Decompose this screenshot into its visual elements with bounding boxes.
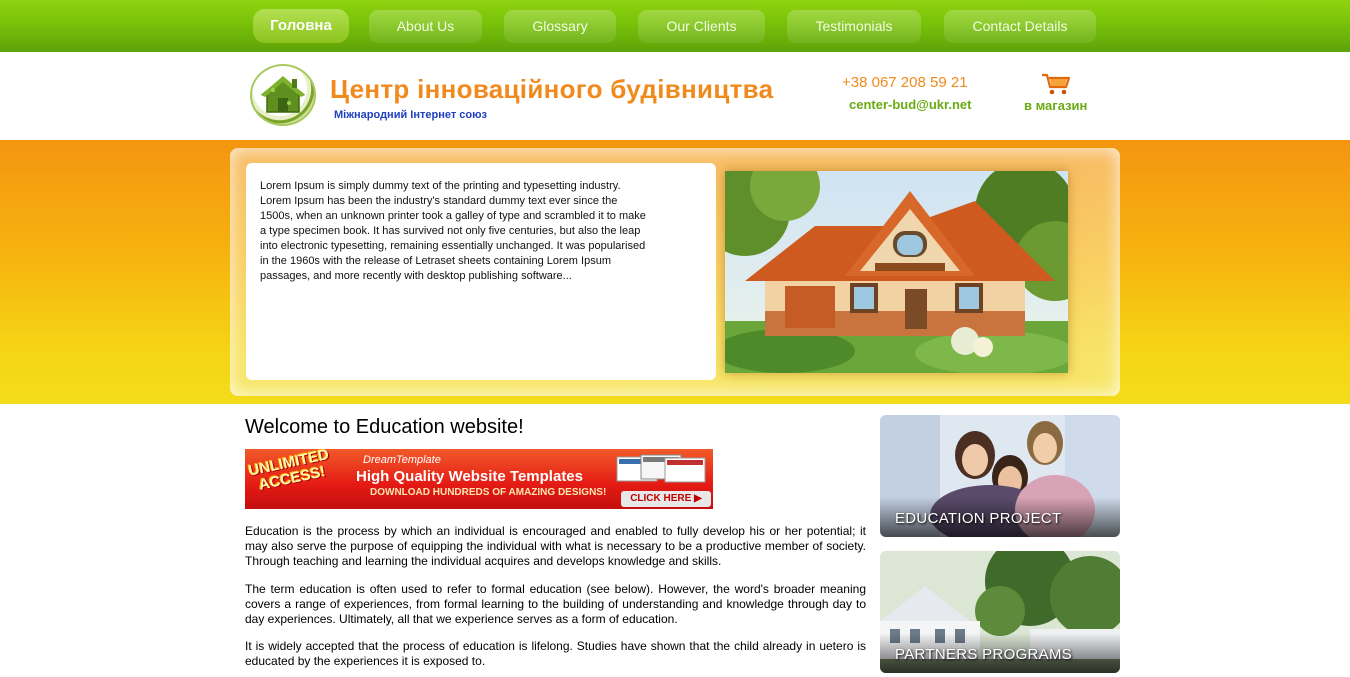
ad-click-button[interactable]: CLICK HERE ▶ bbox=[621, 491, 711, 507]
education-project-label: EDUCATION PROJECT bbox=[895, 510, 1062, 527]
content-paragraph: It is widely accepted that the process o… bbox=[245, 639, 866, 668]
nav-about-us[interactable]: About Us bbox=[369, 10, 482, 43]
site-title: Центр інноваційного будівництва bbox=[330, 74, 774, 104]
content-paragraph: The term education is often used to refe… bbox=[245, 582, 866, 626]
welcome-heading: Welcome to Education website! bbox=[245, 416, 524, 438]
nav-glossary[interactable]: Glossary bbox=[504, 10, 616, 43]
nav-contact-details[interactable]: Contact Details bbox=[944, 10, 1096, 43]
nav-our-clients[interactable]: Our Clients bbox=[638, 10, 765, 43]
education-project-card[interactable]: EDUCATION PROJECT bbox=[880, 415, 1120, 537]
contact-email-link[interactable]: center-bud@ukr.net bbox=[849, 97, 971, 112]
house-illustration bbox=[725, 171, 1068, 373]
partners-programs-label: PARTNERS PROGRAMS bbox=[895, 646, 1073, 663]
shopping-cart-icon[interactable] bbox=[1040, 72, 1072, 96]
ad-click-label: CLICK HERE bbox=[630, 493, 692, 504]
nav-testimonials[interactable]: Testimonials bbox=[787, 10, 921, 43]
contact-phone: +38 067 208 59 21 bbox=[842, 74, 968, 91]
ad-subline: DOWNLOAD HUNDREDS OF AMAZING DESIGNS! bbox=[370, 487, 607, 498]
content-paragraph: Education is the process by which an ind… bbox=[245, 524, 866, 568]
nav-home[interactable]: Головна bbox=[253, 9, 349, 43]
house-logo-icon bbox=[260, 76, 306, 113]
ad-headline: High Quality Website Templates bbox=[356, 468, 583, 485]
house-photo bbox=[725, 171, 1068, 373]
ad-brand: DreamTemplate bbox=[363, 454, 441, 466]
partners-programs-card[interactable]: PARTNERS PROGRAMS bbox=[880, 551, 1120, 673]
template-thumbnails-icon bbox=[616, 454, 706, 483]
site-subtitle: Міжнародний Інтернет союз bbox=[334, 109, 487, 121]
shop-link[interactable]: в магазин bbox=[1024, 98, 1087, 113]
ad-badge: UNLIMITED ACCESS! bbox=[247, 449, 331, 494]
hero-text: Lorem Ipsum is simply dummy text of the … bbox=[260, 180, 646, 282]
arrow-right-icon: ▶ bbox=[694, 493, 702, 504]
dreamtemplate-ad-banner[interactable]: UNLIMITED ACCESS! DreamTemplate High Qua… bbox=[245, 449, 713, 509]
